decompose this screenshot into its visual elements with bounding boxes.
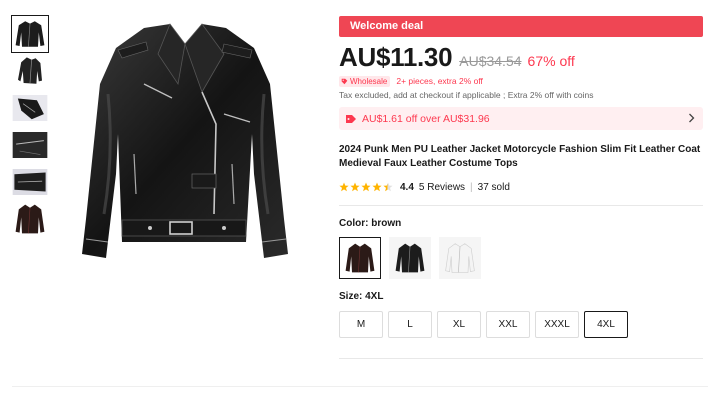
star-icon xyxy=(339,182,349,192)
jacket-swatch-white xyxy=(445,243,475,273)
star-icon xyxy=(372,182,382,192)
coupon-bar[interactable]: AU$1.61 off over AU$31.96 xyxy=(339,107,703,130)
rating-row: 4.4 5 Reviews | 37 sold xyxy=(339,180,703,194)
divider xyxy=(339,358,703,359)
price-row: AU$11.30 AU$34.54 67% off xyxy=(339,42,703,72)
color-label-text: Color: xyxy=(339,218,369,229)
size-options: M L XL XXL XXXL 4XL xyxy=(339,311,703,338)
thumbnail-jacket-cuff-detail[interactable] xyxy=(12,164,48,200)
original-price: AU$34.54 xyxy=(459,53,522,69)
separator: | xyxy=(470,181,473,193)
thumbnail-strip xyxy=(11,15,49,238)
color-option-black[interactable] xyxy=(389,237,431,279)
size-option-xxxl[interactable]: XXXL xyxy=(535,311,579,338)
star-icon xyxy=(350,182,360,192)
product-title: 2024 Punk Men PU Leather Jacket Motorcyc… xyxy=(339,144,701,169)
wholesale-tag: Wholesale xyxy=(339,75,391,87)
current-price: AU$11.30 xyxy=(339,42,453,72)
coupon-text: AU$1.61 off over AU$31.96 xyxy=(362,112,490,125)
jacket-swatch-black xyxy=(395,243,425,273)
thumbnail-jacket-brown-front[interactable] xyxy=(12,201,48,237)
reviews-link[interactable]: 5 Reviews xyxy=(419,182,465,193)
jacket-thumbnail-icon xyxy=(18,57,42,84)
thumbnail-jacket-front[interactable] xyxy=(11,15,49,53)
sleeve-detail-icon xyxy=(12,95,48,121)
size-option-xl[interactable]: XL xyxy=(437,311,481,338)
star-rating xyxy=(339,182,394,192)
half-star-icon xyxy=(383,182,393,192)
tag-icon xyxy=(341,78,348,84)
wholesale-row: Wholesale 2+ pieces, extra 2% off xyxy=(339,75,703,87)
color-options xyxy=(339,237,703,279)
discount-percent: 67% off xyxy=(527,53,575,69)
jacket-thumbnail-icon xyxy=(15,204,45,234)
tax-note: Tax excluded, add at checkout if applica… xyxy=(339,90,594,100)
product-info-panel: Welcome deal AU$11.30 AU$34.54 67% off W… xyxy=(339,16,703,359)
main-product-image[interactable] xyxy=(74,14,296,264)
thumbnail-jacket-angle[interactable] xyxy=(12,53,48,89)
welcome-deal-banner: Welcome deal xyxy=(339,16,703,37)
size-option-l[interactable]: L xyxy=(388,311,432,338)
color-label: Color: brown xyxy=(339,218,703,230)
color-option-white[interactable] xyxy=(439,237,481,279)
wholesale-tag-label: Wholesale xyxy=(350,76,388,86)
jacket-swatch-brown xyxy=(345,243,375,273)
rating-value: 4.4 xyxy=(400,181,414,193)
divider xyxy=(339,205,703,206)
wholesale-offer-text: 2+ pieces, extra 2% off xyxy=(396,76,483,86)
star-icon xyxy=(361,182,371,192)
color-option-brown[interactable] xyxy=(339,237,381,279)
sold-count: 37 sold xyxy=(477,181,510,193)
size-option-m[interactable]: M xyxy=(339,311,383,338)
color-selected-value: brown xyxy=(371,218,402,229)
thumbnail-jacket-zipper-detail[interactable] xyxy=(12,127,48,163)
size-option-xxl[interactable]: XXL xyxy=(486,311,530,338)
section-divider xyxy=(12,386,708,387)
coupon-tag-icon xyxy=(346,114,356,123)
size-option-4xl[interactable]: 4XL xyxy=(584,311,628,338)
chevron-right-icon xyxy=(688,111,695,126)
jacket-thumbnail-icon xyxy=(15,21,45,47)
cuff-detail-icon xyxy=(12,169,48,195)
zipper-detail-icon xyxy=(12,132,48,158)
size-selected-value: 4XL xyxy=(365,291,384,302)
size-label-text: Size: xyxy=(339,291,363,302)
size-label: Size: 4XL xyxy=(339,291,703,303)
leather-jacket-image xyxy=(82,23,288,258)
thumbnail-jacket-sleeve-detail[interactable] xyxy=(12,90,48,126)
